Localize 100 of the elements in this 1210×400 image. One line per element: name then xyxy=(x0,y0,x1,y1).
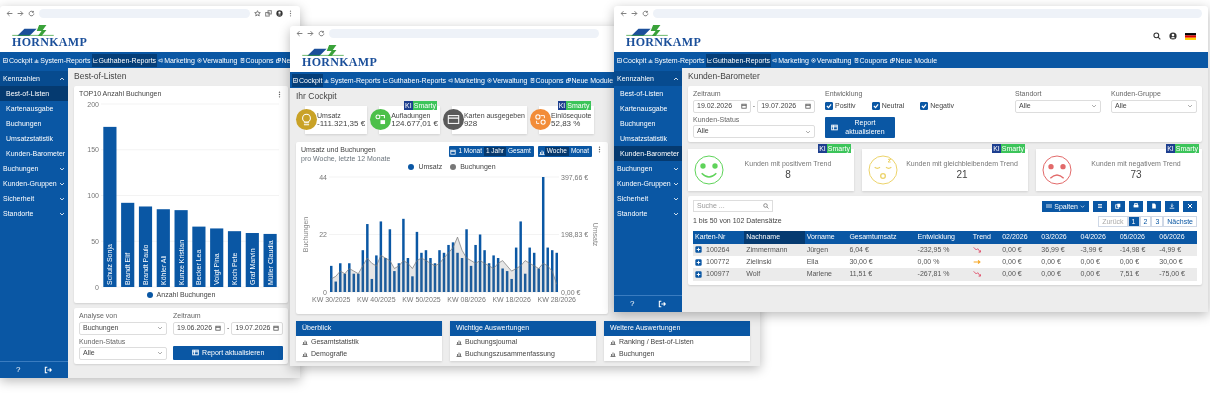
trend-count: 8 xyxy=(784,168,792,180)
close-button[interactable] xyxy=(1183,200,1197,212)
ticket-icon xyxy=(239,57,245,63)
bar-chart-icon xyxy=(538,148,545,155)
print-button[interactable] xyxy=(1129,200,1143,212)
list-button[interactable] xyxy=(1093,200,1107,212)
expand-icon xyxy=(695,246,702,254)
chevron-down-icon xyxy=(1080,203,1085,209)
page-title: Best-of-Listen xyxy=(74,72,127,82)
line-chart-icon xyxy=(92,57,98,63)
dashboard-icon xyxy=(3,57,8,63)
chevron-down-icon xyxy=(1091,103,1097,110)
bar xyxy=(192,226,206,287)
bar-chart-icon xyxy=(648,57,654,63)
megaphone-icon xyxy=(448,77,454,83)
user-icon xyxy=(1169,32,1177,40)
logo-text: HORNKAMP xyxy=(12,35,88,48)
bar-chart-icon xyxy=(456,338,462,345)
blocks-icon xyxy=(275,57,281,63)
back-icon xyxy=(6,9,13,17)
logo-icon xyxy=(626,24,668,36)
search-icon xyxy=(763,203,769,210)
bar-chart-icon xyxy=(610,351,616,358)
ticket-icon xyxy=(853,57,859,63)
chevron-down-icon xyxy=(59,210,65,217)
expand-icon xyxy=(695,271,702,278)
bar xyxy=(210,228,224,287)
logout-button[interactable] xyxy=(656,300,669,308)
bar-chart-icon xyxy=(324,77,330,83)
cross-icon xyxy=(1187,203,1193,210)
calendar-icon xyxy=(273,325,280,331)
list-icon xyxy=(1097,203,1103,210)
copy-icon xyxy=(1115,203,1121,210)
forward-icon xyxy=(17,9,24,17)
table-icon xyxy=(831,124,838,132)
check-icon xyxy=(921,103,928,110)
back-icon xyxy=(296,29,303,37)
sleepy-face-icon xyxy=(868,155,898,186)
megaphone-icon xyxy=(158,57,164,63)
chevron-down-icon xyxy=(157,325,163,331)
kpi-value: -111.321,35 € xyxy=(317,120,366,129)
export-button[interactable] xyxy=(1147,200,1161,212)
copy-button[interactable] xyxy=(1111,200,1125,212)
checkbox[interactable] xyxy=(871,102,880,111)
more-icon xyxy=(276,91,283,99)
more-button[interactable] xyxy=(596,146,603,154)
menu-icon xyxy=(287,9,294,17)
line-chart-icon xyxy=(382,77,388,83)
logo-icon xyxy=(302,44,344,56)
kpi-value: 52,83 % xyxy=(551,120,581,129)
chevron-up-icon xyxy=(673,75,679,82)
blocks-icon xyxy=(265,9,272,17)
chevron-down-icon xyxy=(59,195,65,202)
trend-count: 21 xyxy=(955,168,969,180)
logout-button[interactable] xyxy=(42,366,55,374)
kpi-value: 124.677,01 € xyxy=(391,120,438,129)
logo-text: HORNKAMP xyxy=(302,55,378,68)
logo-text: HORNKAMP xyxy=(626,35,702,48)
expand-icon xyxy=(695,258,702,266)
trend-count: 73 xyxy=(1129,168,1143,180)
bar-chart-icon xyxy=(302,338,308,345)
chevron-down-icon xyxy=(1187,103,1193,110)
gear-icon xyxy=(196,57,202,63)
expand-button[interactable] xyxy=(695,258,702,266)
bar-chart-icon xyxy=(302,351,308,358)
kpi-value: 928 xyxy=(463,120,479,129)
download-button[interactable] xyxy=(1165,200,1179,212)
bar-chart-icon xyxy=(34,57,40,63)
legend-dot xyxy=(450,164,457,171)
star-icon xyxy=(254,9,261,17)
reload-icon xyxy=(28,9,35,17)
chevron-down-icon xyxy=(157,350,163,357)
help-button[interactable]: ? xyxy=(627,300,637,308)
dashboard-icon xyxy=(293,77,298,83)
more-button[interactable] xyxy=(276,91,283,99)
expand-button[interactable] xyxy=(695,246,702,254)
help-button[interactable]: ? xyxy=(13,366,23,374)
blocks-icon xyxy=(889,57,895,63)
bar xyxy=(263,233,277,287)
columns-icon xyxy=(1046,203,1053,210)
expand-button[interactable] xyxy=(695,271,702,278)
chevron-down-icon xyxy=(673,165,679,172)
line-chart-icon xyxy=(706,57,712,63)
forward-icon xyxy=(307,29,314,37)
more-icon xyxy=(596,146,603,154)
calendar-icon xyxy=(805,103,811,110)
checkbox[interactable] xyxy=(920,102,929,111)
dashboard-icon xyxy=(617,57,622,63)
chevron-down-icon xyxy=(59,180,65,187)
checkbox[interactable] xyxy=(825,102,833,111)
reload-icon xyxy=(318,29,325,37)
forward-icon xyxy=(631,9,638,17)
chevron-down-icon xyxy=(673,195,679,202)
legend-dot xyxy=(146,291,153,298)
blocks-icon xyxy=(565,77,571,83)
bar xyxy=(245,232,259,287)
printer-icon xyxy=(1133,203,1139,210)
bar-chart-icon xyxy=(456,351,462,358)
check-icon xyxy=(872,103,879,110)
chevron-down-icon xyxy=(673,210,679,217)
